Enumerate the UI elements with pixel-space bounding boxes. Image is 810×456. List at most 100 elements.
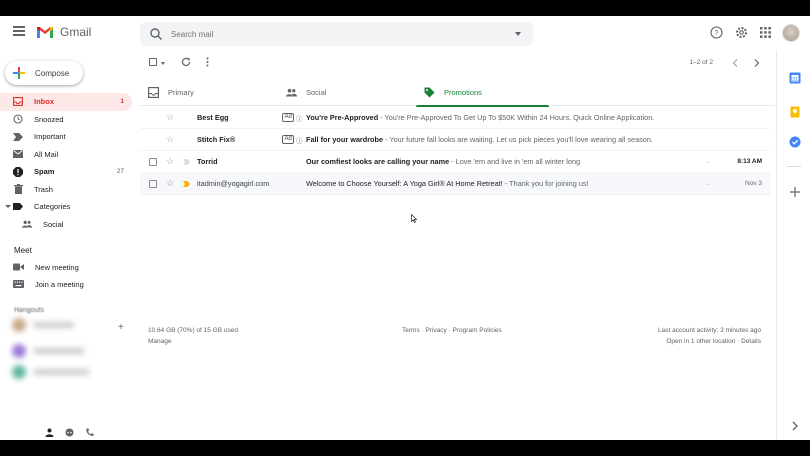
sidebar-item-label: Trash xyxy=(34,184,53,194)
storage-usage: 10.64 GB (70%) of 15 GB used xyxy=(148,327,238,334)
snippet: - Love 'em and live in 'em all winter lo… xyxy=(449,157,581,166)
manage-link[interactable]: Manage xyxy=(148,336,238,347)
table-row[interactable]: ☆ Torrid Our comfiest looks are calling … xyxy=(140,151,770,173)
page-counter: 1–2 of 2 xyxy=(689,59,714,66)
star-icon[interactable]: ☆ xyxy=(166,134,174,145)
tab-label: Social xyxy=(306,87,327,97)
message-preview: Fall for your wardrobe - Your future fal… xyxy=(306,135,710,144)
row-checkbox[interactable] xyxy=(149,157,157,166)
avatar[interactable] xyxy=(782,24,800,42)
sidebar-item-social[interactable]: Social xyxy=(0,216,132,234)
apps-icon[interactable] xyxy=(759,26,772,39)
join-meeting-label: Join a meeting xyxy=(35,279,84,289)
gmail-logo[interactable]: Gmail xyxy=(36,25,91,39)
last-activity: Last account activity: 3 minutes ago xyxy=(658,327,761,334)
mail-toolbar: 1–2 of 2 xyxy=(140,52,775,74)
keyboard-icon xyxy=(13,280,24,288)
chevron-right-icon[interactable] xyxy=(789,420,801,432)
gmail-m-icon xyxy=(37,26,53,38)
search-options-icon[interactable] xyxy=(515,32,521,36)
select-options-icon[interactable] xyxy=(161,62,165,65)
chat-bubble-icon[interactable] xyxy=(65,428,74,437)
side-panel: 31 xyxy=(776,50,810,440)
video-camera-icon xyxy=(13,263,24,271)
tab-promotions[interactable]: Promotions xyxy=(416,78,549,107)
message-preview: Our comfiest looks are calling your name… xyxy=(306,157,710,166)
compose-button[interactable]: Compose xyxy=(5,61,83,85)
sidebar-item-spam[interactable]: Spam 27 xyxy=(0,163,132,181)
calendar-icon[interactable]: 31 xyxy=(789,72,801,84)
search-bar[interactable] xyxy=(140,22,533,46)
table-row[interactable]: ☆ Best Egg Ad ⓘ You're Pre-Approved - Yo… xyxy=(140,107,770,129)
snippet: - Your future fall looks are waiting. Le… xyxy=(383,135,653,144)
sidebar-item-label: Social xyxy=(43,219,64,229)
meet-section-title: Meet xyxy=(14,246,32,255)
search-icon[interactable] xyxy=(149,27,163,41)
caret-down-icon[interactable] xyxy=(5,205,11,209)
search-input[interactable] xyxy=(171,29,491,39)
menu-icon[interactable] xyxy=(13,26,25,36)
dots-icon: .. xyxy=(706,158,710,165)
keep-icon[interactable] xyxy=(789,106,801,118)
tab-label: Primary xyxy=(168,87,194,97)
hangouts-contact[interactable] xyxy=(12,365,90,379)
info-icon[interactable]: ⓘ xyxy=(296,113,303,123)
compose-label: Compose xyxy=(35,68,70,78)
mouse-cursor-icon xyxy=(411,214,417,223)
clock-icon xyxy=(13,114,23,124)
sender: Torrid xyxy=(197,157,218,166)
more-options-icon[interactable] xyxy=(206,57,209,67)
sidebar-item-snoozed[interactable]: Snoozed xyxy=(0,111,132,129)
sidebar-item-label: Inbox xyxy=(34,97,54,107)
hangouts-contact[interactable] xyxy=(12,344,85,358)
footer-links[interactable]: Terms · Privacy · Program Policies xyxy=(402,325,502,336)
chevron-right-icon[interactable] xyxy=(754,59,760,67)
hangouts-contact[interactable] xyxy=(12,318,75,332)
person-icon[interactable] xyxy=(45,428,54,437)
sidebar-item-trash[interactable]: Trash xyxy=(0,181,132,199)
star-icon[interactable]: ☆ xyxy=(166,178,174,189)
subject: Our comfiest looks are calling your name xyxy=(306,157,450,166)
unread-count: 1 xyxy=(120,98,124,106)
dots-icon: .. xyxy=(706,180,710,187)
row-checkbox[interactable] xyxy=(149,179,157,188)
star-icon[interactable]: ☆ xyxy=(166,156,174,167)
add-contact-icon[interactable]: + xyxy=(118,322,124,333)
sidebar-item-important[interactable]: Important xyxy=(0,128,132,146)
table-row[interactable]: ☆ Stitch Fix® Ad ⓘ Fall for your wardrob… xyxy=(140,129,770,151)
new-meeting-label: New meeting xyxy=(35,262,79,272)
sidebar-item-label: Important xyxy=(34,132,66,142)
settings-icon[interactable] xyxy=(735,26,748,39)
info-icon[interactable]: ⓘ xyxy=(296,135,303,145)
refresh-icon[interactable] xyxy=(181,57,191,67)
date: 8:13 AM xyxy=(737,158,762,165)
sidebar-item-categories[interactable]: Categories xyxy=(0,198,132,216)
table-row[interactable]: ☆ itadmin@yogagirl.com Welcome to Choose… xyxy=(140,173,770,195)
ad-badge: Ad xyxy=(282,135,295,144)
add-addon-icon[interactable] xyxy=(789,186,801,198)
phone-icon[interactable] xyxy=(85,428,94,437)
help-icon[interactable]: ? xyxy=(710,26,723,39)
chevron-left-icon[interactable] xyxy=(732,59,738,67)
sidebar-item-inbox[interactable]: Inbox 1 xyxy=(0,93,132,111)
tab-social[interactable]: Social xyxy=(278,78,416,106)
new-meeting-button[interactable]: New meeting xyxy=(13,260,79,274)
select-all-checkbox[interactable] xyxy=(149,58,157,66)
tasks-icon[interactable] xyxy=(789,136,801,148)
join-meeting-button[interactable]: Join a meeting xyxy=(13,277,84,291)
snippet: - Thank you for joining us! xyxy=(502,179,589,188)
important-marker-icon[interactable] xyxy=(183,180,190,187)
activity-details-link[interactable]: Open in 1 other location · Details xyxy=(658,336,761,347)
hangouts-section-title: Hangouts xyxy=(14,307,44,314)
category-tabs: Primary Social Promotions xyxy=(140,78,775,107)
tab-primary[interactable]: Primary xyxy=(140,78,278,106)
sidebar-item-all-mail[interactable]: All Mail xyxy=(0,146,132,164)
svg-text:31: 31 xyxy=(792,77,798,83)
important-marker-icon[interactable] xyxy=(183,158,190,165)
svg-text:?: ? xyxy=(715,30,719,37)
star-icon[interactable]: ☆ xyxy=(166,112,174,123)
subject: Fall for your wardrobe xyxy=(306,135,384,144)
panel-divider xyxy=(787,166,801,167)
date: Nov 3 xyxy=(745,180,762,187)
app-name: Gmail xyxy=(60,25,92,39)
